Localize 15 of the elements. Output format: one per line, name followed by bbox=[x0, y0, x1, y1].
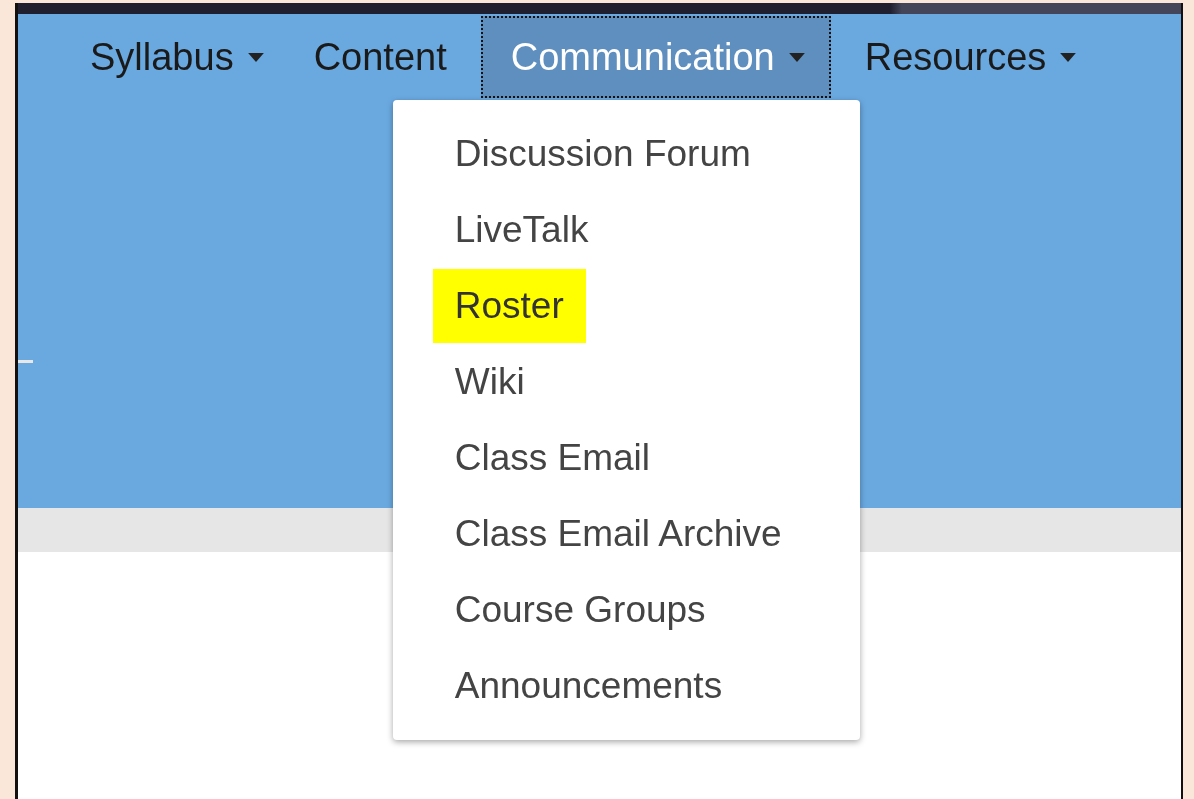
nav-tab[interactable]: Content bbox=[297, 16, 463, 98]
menu-item[interactable]: Course Groups bbox=[432, 573, 728, 647]
menu-item[interactable]: Class Email Archive bbox=[432, 497, 804, 571]
caret-icon bbox=[247, 52, 264, 62]
nav-tab[interactable]: Syllabus bbox=[74, 16, 280, 98]
menu-item[interactable]: Discussion Forum bbox=[432, 117, 773, 191]
menu-item[interactable]: Announcements bbox=[432, 649, 745, 723]
menu-item[interactable]: Roster bbox=[432, 269, 586, 343]
caret-icon bbox=[788, 52, 805, 62]
menu-item[interactable]: LiveTalk bbox=[432, 193, 611, 267]
menu-item[interactable]: Wiki bbox=[432, 345, 547, 419]
edge-tick bbox=[18, 360, 33, 363]
menu-item[interactable]: Class Email bbox=[432, 421, 673, 495]
caret-icon bbox=[1060, 52, 1077, 62]
nav-tab[interactable]: Resources bbox=[848, 16, 1093, 98]
